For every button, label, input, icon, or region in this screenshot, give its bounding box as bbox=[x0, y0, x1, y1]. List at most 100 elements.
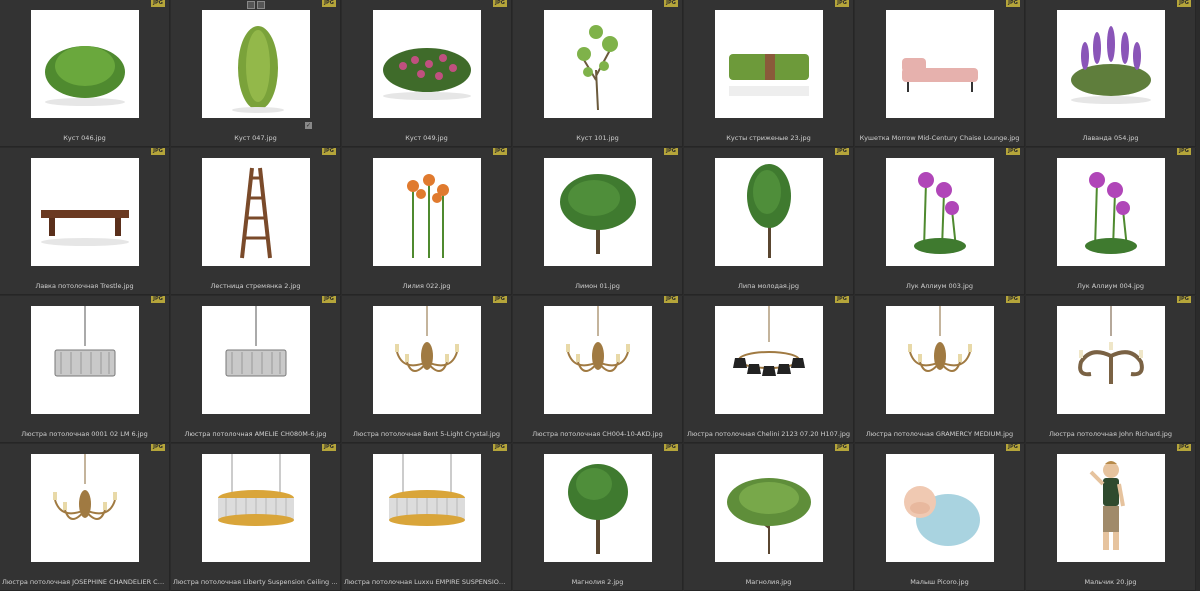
file-type-badge: JPG bbox=[835, 0, 849, 7]
ring-chandelier-icon[interactable] bbox=[202, 454, 310, 562]
file-type-badge: JPG bbox=[1006, 148, 1020, 155]
file-type-badge: JPG bbox=[151, 148, 165, 155]
file-name: Лилия 022.jpg bbox=[402, 282, 451, 290]
file-type-badge: JPG bbox=[322, 0, 336, 7]
file-name: Лестница стремянка 2.jpg bbox=[210, 282, 301, 290]
file-name: Лимон 01.jpg bbox=[575, 282, 620, 290]
baby-icon[interactable] bbox=[886, 454, 994, 562]
file-type-badge: JPG bbox=[322, 296, 336, 303]
checkbox-icon[interactable]: ✓ bbox=[305, 122, 312, 129]
arm-chandelier-icon[interactable] bbox=[31, 454, 139, 562]
thumbnail-grid: JPG Куст 046.jpg JPG Куст 047.jpg ✓ JPG Куст 0… bbox=[0, 0, 1200, 591]
thumbnail-cell[interactable]: JPG Люстра потолочная Luxxu EMPIRE SUSPEN… bbox=[342, 444, 512, 591]
edit-icon[interactable] bbox=[257, 1, 265, 9]
thumbnail-cell[interactable]: JPG Лестница стремянка 2.jpg bbox=[171, 148, 341, 295]
file-name: Люстра потолочная Bent 5-Light Crystal.j… bbox=[353, 430, 500, 438]
ladder-icon[interactable] bbox=[202, 158, 310, 266]
shrub-icon[interactable] bbox=[31, 10, 139, 118]
ring-chandelier-icon[interactable] bbox=[373, 454, 481, 562]
linden-tree-icon[interactable] bbox=[715, 158, 823, 266]
shade-chandelier-icon[interactable] bbox=[715, 306, 823, 414]
file-type-badge: JPG bbox=[835, 296, 849, 303]
thumbnail-cell[interactable]: JPG Лаванда 054.jpg bbox=[1026, 0, 1196, 147]
file-type-badge: JPG bbox=[1177, 444, 1191, 451]
hedge-icon[interactable] bbox=[715, 10, 823, 118]
thumbnail-cell[interactable]: JPG Люстра потолочная JOSEPHINE CHANDELIE… bbox=[0, 444, 170, 591]
drum-chandelier-icon[interactable] bbox=[31, 306, 139, 414]
thumbnail-cell[interactable]: JPG Куст 101.jpg bbox=[513, 0, 683, 147]
thumbnail-cell[interactable]: JPG Люстра потолочная GRAMERCY MEDIUM.jpg bbox=[855, 296, 1025, 443]
file-type-badge: JPG bbox=[664, 296, 678, 303]
lemon-tree-icon[interactable] bbox=[544, 158, 652, 266]
file-name: Люстра потолочная GRAMERCY MEDIUM.jpg bbox=[865, 430, 1014, 438]
thumbnail-cell[interactable]: JPG Люстра потолочная John Richard.jpg bbox=[1026, 296, 1196, 443]
thumbnail-cell[interactable]: JPG Кусты стриженые 23.jpg bbox=[684, 0, 854, 147]
thumbnail-cell[interactable]: JPG Мальчик 20.jpg bbox=[1026, 444, 1196, 591]
hover-tools bbox=[247, 1, 265, 9]
file-type-badge: JPG bbox=[493, 296, 507, 303]
file-name: Куст 101.jpg bbox=[576, 134, 619, 142]
magnolia-tree-icon[interactable] bbox=[544, 454, 652, 562]
file-type-badge: JPG bbox=[151, 444, 165, 451]
file-type-badge: JPG bbox=[1177, 148, 1191, 155]
thumbnail-cell[interactable]: JPG Куст 047.jpg ✓ bbox=[171, 0, 341, 147]
flowering-shrub-icon[interactable] bbox=[373, 10, 481, 118]
file-type-badge: JPG bbox=[664, 0, 678, 7]
file-type-badge: JPG bbox=[1006, 444, 1020, 451]
thumbnail-cell[interactable]: JPG Лук Аллиум 004.jpg bbox=[1026, 148, 1196, 295]
arm-chandelier-icon[interactable] bbox=[544, 306, 652, 414]
file-name: Куст 049.jpg bbox=[405, 134, 448, 142]
thumbnail-cell[interactable]: JPG Лавка потолочная Trestle.jpg bbox=[0, 148, 170, 295]
thumbnail-cell[interactable]: JPG Магнолия.jpg bbox=[684, 444, 854, 591]
select-box-icon[interactable] bbox=[247, 1, 255, 9]
file-type-badge: JPG bbox=[151, 0, 165, 7]
thumbnail-cell[interactable]: JPG Лилия 022.jpg bbox=[342, 148, 512, 295]
file-name: Люстра потолочная CH004-10-AKD.jpg bbox=[532, 430, 663, 438]
file-name: Люстра потолочная Liberty Suspension Cei… bbox=[173, 578, 338, 586]
file-type-badge: JPG bbox=[664, 444, 678, 451]
thumbnail-cell[interactable]: JPG Лимон 01.jpg bbox=[513, 148, 683, 295]
thumbnail-cell[interactable]: JPG Куст 046.jpg bbox=[0, 0, 170, 147]
file-type-badge: JPG bbox=[322, 148, 336, 155]
bench-icon[interactable] bbox=[31, 158, 139, 266]
file-type-badge: JPG bbox=[493, 148, 507, 155]
thumbnail-cell[interactable]: JPG Люстра потолочная Bent 5-Light Crysta… bbox=[342, 296, 512, 443]
file-type-badge: JPG bbox=[1177, 0, 1191, 7]
lavender-icon[interactable] bbox=[1057, 10, 1165, 118]
thumbnail-cell[interactable]: JPG Люстра потолочная 0001 02 LM 6.jpg bbox=[0, 296, 170, 443]
allium-icon[interactable] bbox=[886, 158, 994, 266]
ornate-chandelier-icon[interactable] bbox=[1057, 306, 1165, 414]
file-type-badge: JPG bbox=[1006, 296, 1020, 303]
file-name: Куст 047.jpg bbox=[234, 134, 277, 142]
file-name: Магнолия.jpg bbox=[745, 578, 792, 586]
file-name: Липа молодая.jpg bbox=[738, 282, 799, 290]
drum-chandelier-icon[interactable] bbox=[202, 306, 310, 414]
thumbnail-cell[interactable]: JPG Куст 049.jpg bbox=[342, 0, 512, 147]
thumbnail-cell[interactable]: JPG Липа молодая.jpg bbox=[684, 148, 854, 295]
boy-icon[interactable] bbox=[1057, 454, 1165, 562]
tall-shrub-icon[interactable] bbox=[202, 10, 310, 118]
thumbnail-cell[interactable]: JPG Кушетка Morrow Mid-Century Chaise Lou… bbox=[855, 0, 1025, 147]
thumbnail-cell[interactable]: JPG Лук Аллиум 003.jpg bbox=[855, 148, 1025, 295]
file-type-badge: JPG bbox=[835, 444, 849, 451]
thumbnail-cell[interactable]: JPG Люстра потолочная Chelini 2123 07.20 … bbox=[684, 296, 854, 443]
thumbnail-cell[interactable]: JPG Люстра потолочная AMELIE CH080M-6.jpg bbox=[171, 296, 341, 443]
allium-icon[interactable] bbox=[1057, 158, 1165, 266]
file-type-badge: JPG bbox=[835, 148, 849, 155]
file-name: Люстра потолочная AMELIE CH080M-6.jpg bbox=[184, 430, 327, 438]
thumbnail-cell[interactable]: JPG Люстра потолочная CH004-10-AKD.jpg bbox=[513, 296, 683, 443]
file-name: Люстра потолочная John Richard.jpg bbox=[1048, 430, 1173, 438]
arm-chandelier-icon[interactable] bbox=[886, 306, 994, 414]
arm-chandelier-icon[interactable] bbox=[373, 306, 481, 414]
file-name: Лук Аллиум 004.jpg bbox=[1076, 282, 1145, 290]
young-tree-icon[interactable] bbox=[544, 10, 652, 118]
chaise-lounge-icon[interactable] bbox=[886, 10, 994, 118]
lily-icon[interactable] bbox=[373, 158, 481, 266]
magnolia-bush-icon[interactable] bbox=[715, 454, 823, 562]
thumbnail-cell[interactable]: JPG Малыш Picoro.jpg bbox=[855, 444, 1025, 591]
thumbnail-cell[interactable]: JPG Магнолия 2.jpg bbox=[513, 444, 683, 591]
file-type-badge: JPG bbox=[493, 0, 507, 7]
file-name: Люстра потолочная JOSEPHINE CHANDELIER C… bbox=[2, 578, 167, 586]
file-type-badge: JPG bbox=[322, 444, 336, 451]
thumbnail-cell[interactable]: JPG Люстра потолочная Liberty Suspension … bbox=[171, 444, 341, 591]
